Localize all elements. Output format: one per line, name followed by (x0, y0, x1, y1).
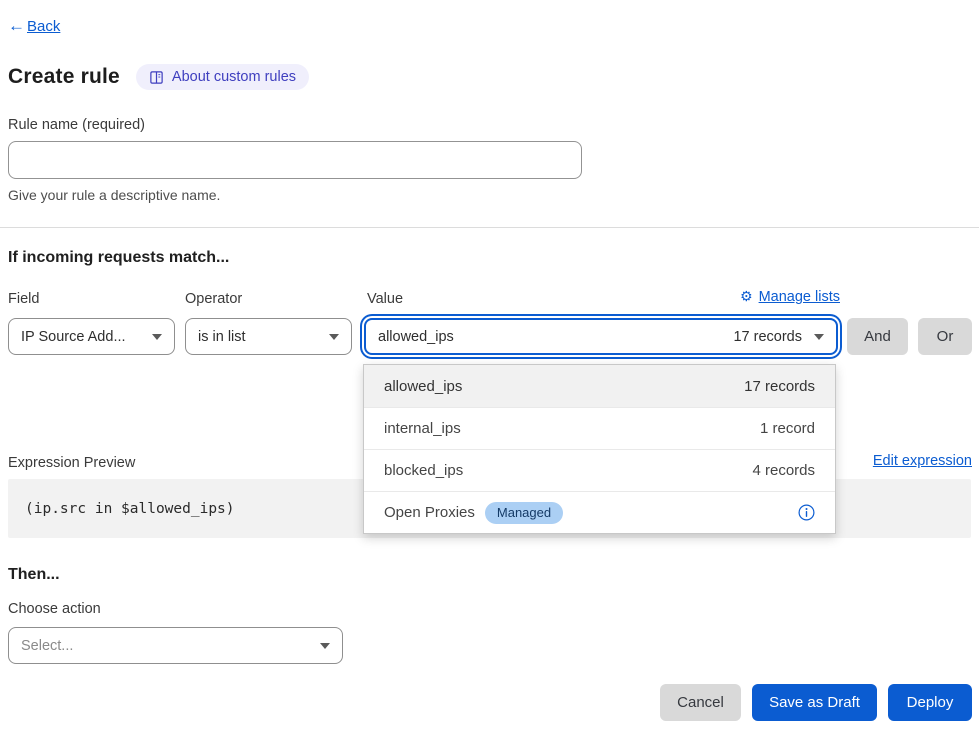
list-item-allowed-ips[interactable]: allowed_ips 17 records (364, 365, 835, 407)
operator-select-value: is in list (198, 329, 246, 345)
chevron-down-icon (152, 334, 162, 340)
save-as-draft-button[interactable]: Save as Draft (752, 684, 877, 721)
field-select-value: IP Source Add... (21, 329, 126, 345)
info-icon[interactable] (798, 504, 815, 521)
rule-name-input[interactable] (8, 141, 582, 179)
value-dropdown-panel: allowed_ips 17 records internal_ips 1 re… (363, 364, 836, 534)
chevron-down-icon (329, 334, 339, 340)
page-title: Create rule (8, 65, 120, 89)
book-icon (149, 70, 164, 85)
list-name: blocked_ips (384, 462, 463, 479)
cancel-button[interactable]: Cancel (660, 684, 741, 721)
operator-label: Operator (185, 291, 242, 307)
back-link[interactable]: ← Back (8, 16, 60, 36)
choose-action-label: Choose action (8, 601, 101, 617)
back-link-label: Back (27, 18, 60, 35)
field-label: Field (8, 291, 39, 307)
about-custom-rules-link[interactable]: About custom rules (136, 64, 309, 90)
managed-badge: Managed (485, 502, 563, 524)
list-name: Open Proxies (384, 504, 475, 521)
create-rule-page: ← Back Create rule About custom rules Ru… (0, 0, 979, 739)
chevron-down-icon (814, 334, 824, 340)
match-heading: If incoming requests match... (8, 249, 229, 267)
list-records: 1 record (760, 420, 815, 437)
or-button[interactable]: Or (918, 318, 972, 355)
list-records: 4 records (752, 462, 815, 479)
list-name: internal_ips (384, 420, 461, 437)
value-label: Value (367, 291, 403, 307)
list-item-open-proxies[interactable]: Open Proxies Managed (364, 491, 835, 533)
list-records: 17 records (744, 378, 815, 395)
title-row: Create rule About custom rules (8, 64, 309, 90)
expression-preview-label: Expression Preview (8, 455, 135, 471)
field-select[interactable]: IP Source Add... (8, 318, 175, 355)
rule-name-label: Rule name (required) (8, 117, 145, 133)
manage-lists-link[interactable]: ⚙ Manage lists (740, 289, 840, 305)
action-select-placeholder: Select... (21, 638, 73, 654)
rule-name-helper: Give your rule a descriptive name. (8, 187, 220, 203)
and-button[interactable]: And (847, 318, 908, 355)
value-select[interactable]: allowed_ips 17 records (364, 318, 838, 355)
deploy-button[interactable]: Deploy (888, 684, 972, 721)
value-select-value: allowed_ips (378, 329, 454, 345)
operator-select[interactable]: is in list (185, 318, 352, 355)
value-select-records: 17 records (733, 329, 802, 345)
about-custom-rules-label: About custom rules (172, 69, 296, 85)
chevron-down-icon (320, 643, 330, 649)
expression-code: (ip.src in $allowed_ips) (25, 501, 235, 517)
action-select[interactable]: Select... (8, 627, 343, 664)
list-name: allowed_ips (384, 378, 462, 395)
list-item-internal-ips[interactable]: internal_ips 1 record (364, 407, 835, 449)
list-item-blocked-ips[interactable]: blocked_ips 4 records (364, 449, 835, 491)
edit-expression-link[interactable]: Edit expression (873, 453, 972, 469)
gear-icon: ⚙ (740, 289, 753, 305)
then-heading: Then... (8, 566, 60, 584)
manage-lists-label: Manage lists (759, 289, 840, 305)
section-divider (0, 227, 979, 228)
back-arrow-icon: ← (8, 16, 25, 36)
